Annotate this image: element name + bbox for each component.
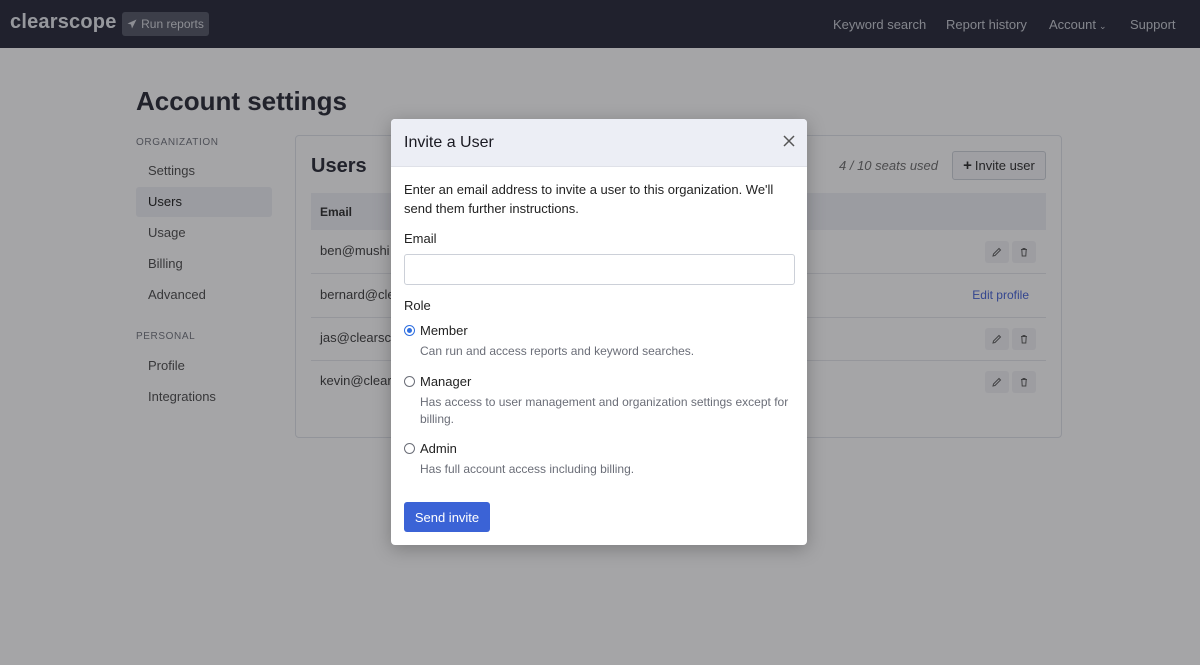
role-name-member: Member (420, 323, 468, 338)
role-name-admin: Admin (420, 441, 457, 456)
role-radio-admin[interactable] (404, 443, 415, 454)
role-radio-manager[interactable] (404, 376, 415, 387)
modal-title: Invite a User (404, 134, 494, 151)
role-desc-manager: Has access to user management and organi… (420, 395, 789, 426)
role-desc-member: Can run and access reports and keyword s… (420, 344, 695, 358)
role-label: Role (404, 298, 431, 313)
email-field[interactable] (404, 254, 795, 285)
send-invite-button[interactable]: Send invite (404, 502, 490, 532)
invite-user-modal: Invite a User Enter an email address to … (391, 119, 807, 545)
email-label: Email (404, 231, 437, 246)
modal-header: Invite a User (391, 119, 807, 167)
role-name-manager: Manager (420, 374, 472, 389)
role-radio-member[interactable] (404, 325, 415, 336)
close-icon[interactable] (781, 133, 797, 149)
role-desc-admin: Has full account access including billin… (420, 462, 635, 476)
modal-intro: Enter an email address to invite a user … (404, 182, 774, 216)
